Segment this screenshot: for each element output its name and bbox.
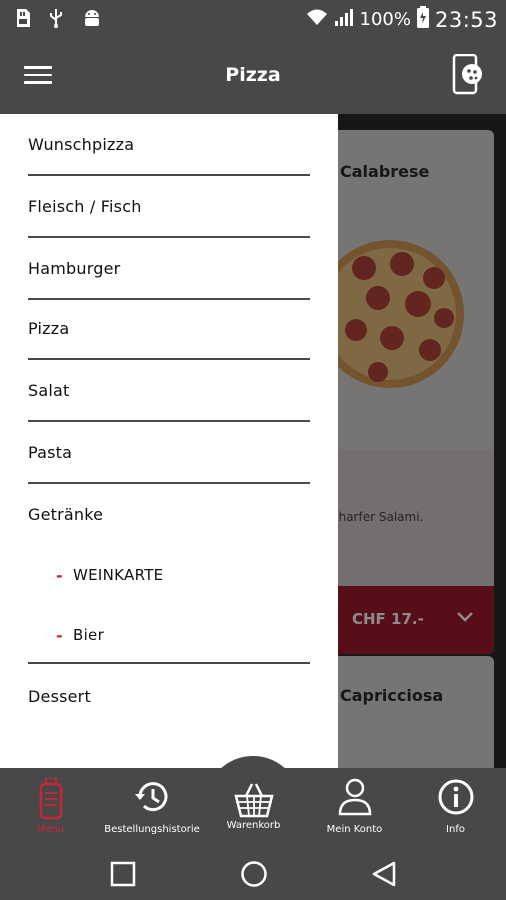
drawer-item-fleisch-fisch[interactable]: Fleisch / Fisch bbox=[28, 176, 310, 238]
drawer-item-label: Pasta bbox=[28, 443, 73, 462]
drawer-item-pasta[interactable]: Pasta bbox=[28, 422, 310, 484]
drawer-item-label: Fleisch / Fisch bbox=[28, 197, 142, 216]
drawer-item-label: Hamburger bbox=[28, 259, 121, 278]
drawer-item-label: Dessert bbox=[28, 687, 91, 706]
nav-menu-label: Menu bbox=[36, 824, 65, 835]
status-bar: 100% 23:53 bbox=[0, 0, 506, 38]
menu-bottle-icon bbox=[39, 778, 62, 820]
drawer-subitem-weinkarte[interactable]: - WEINKARTE bbox=[56, 546, 306, 602]
drawer-subitem-dash: - bbox=[56, 566, 63, 585]
clock: 23:53 bbox=[434, 7, 498, 32]
wifi-icon bbox=[306, 8, 328, 31]
app-bar: Pizza bbox=[0, 38, 506, 114]
phone-pizza-icon[interactable] bbox=[450, 53, 484, 96]
page-title: Pizza bbox=[225, 64, 281, 86]
info-icon bbox=[438, 779, 473, 815]
drawer-item-salat[interactable]: Salat bbox=[28, 360, 310, 422]
signal-icon bbox=[334, 7, 354, 32]
bottom-nav: Menu Bestellungshistorie Warenkorb Mein … bbox=[0, 768, 506, 848]
battery-text: 100% bbox=[359, 9, 411, 30]
battery-icon bbox=[416, 6, 429, 33]
usb-icon bbox=[48, 8, 68, 28]
recents-icon[interactable] bbox=[110, 861, 136, 887]
nav-menu[interactable]: Menu bbox=[0, 768, 101, 848]
nav-history-label: Bestellungshistorie bbox=[104, 824, 200, 835]
drawer-subitem-label: WEINKARTE bbox=[73, 566, 164, 584]
back-icon[interactable] bbox=[371, 860, 397, 888]
nav-cart-label: Warenkorb bbox=[226, 820, 281, 831]
system-nav bbox=[0, 848, 506, 900]
drawer-item-dessert[interactable]: Dessert bbox=[28, 666, 310, 728]
home-icon[interactable] bbox=[240, 860, 268, 888]
nav-warenkorb[interactable]: Warenkorb bbox=[203, 768, 304, 848]
drawer-subitem-bier[interactable]: - Bier bbox=[56, 606, 306, 662]
user-icon bbox=[338, 778, 371, 816]
drawer-item-hamburger[interactable]: Hamburger bbox=[28, 238, 310, 300]
drawer-item-label: Salat bbox=[28, 381, 70, 400]
nav-info-label: Info bbox=[446, 824, 465, 835]
android-icon bbox=[82, 8, 102, 28]
drawer-item-pizza[interactable]: Pizza bbox=[28, 298, 310, 360]
nav-bestellungshistorie[interactable]: Bestellungshistorie bbox=[101, 768, 203, 848]
navigation-drawer: Wunschpizza Fleisch / Fisch Hamburger Pi… bbox=[0, 114, 338, 768]
sd-card-icon bbox=[14, 8, 34, 28]
basket-icon bbox=[233, 783, 274, 818]
drawer-scrim[interactable] bbox=[338, 114, 506, 768]
drawer-item-wunschpizza[interactable]: Wunschpizza bbox=[28, 114, 310, 176]
drawer-subitem-dash: - bbox=[56, 626, 63, 645]
drawer-item-label: Pizza bbox=[28, 319, 70, 338]
drawer-subitem-label: Bier bbox=[73, 626, 105, 644]
nav-account-label: Mein Konto bbox=[326, 824, 383, 835]
nav-mein-konto[interactable]: Mein Konto bbox=[304, 768, 405, 848]
drawer-item-label: Wunschpizza bbox=[28, 135, 135, 154]
drawer-item-label: Getränke bbox=[28, 505, 104, 524]
history-icon bbox=[135, 782, 168, 812]
nav-info[interactable]: Info bbox=[405, 768, 506, 848]
